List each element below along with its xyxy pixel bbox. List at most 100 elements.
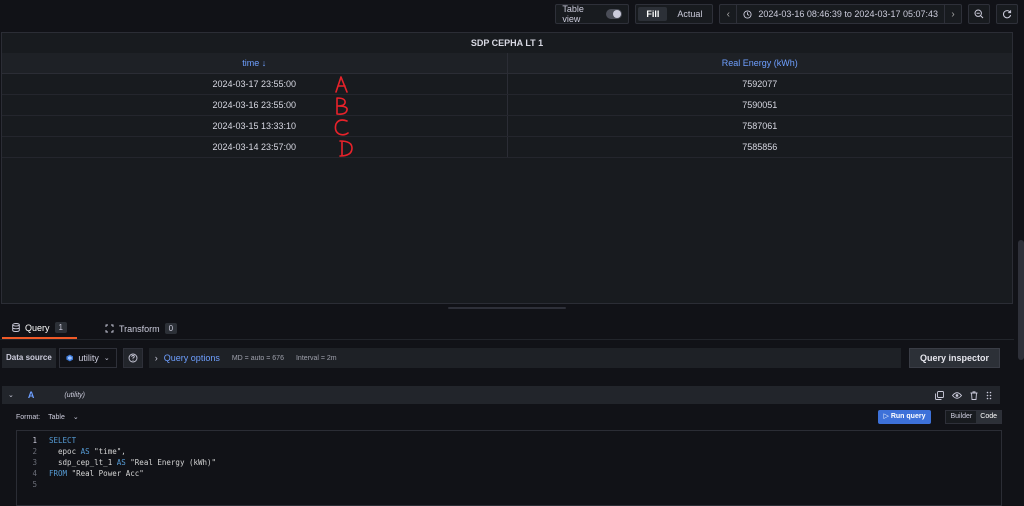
play-icon: ▷ (883, 413, 889, 420)
refresh-button[interactable] (996, 4, 1018, 24)
sql-code-editor[interactable]: 1 SELECT 2 epoc AS "time", 3 sdp_cep_lt_… (16, 430, 1002, 506)
time-forward-icon[interactable]: › (945, 9, 961, 20)
tab-query[interactable]: Query 1 (2, 318, 77, 339)
chevron-down-icon: ⌄ (103, 355, 110, 362)
cell-time: 2024-03-17 23:55:00 (2, 73, 507, 95)
datasource-row: Data source utility ⌄ › Query options MD… (2, 348, 1000, 368)
data-table: time ↓ Real Energy (kWh) 2024-03-17 23:5… (2, 53, 1012, 158)
code-text: FROM "Real Power Acc" (37, 468, 144, 479)
table-row: 2024-03-15 13:33:10 7587061 (2, 115, 1012, 137)
grafana-panel-editor: Table view Fill Actual ‹ 2024-03-16 08:4… (0, 0, 1024, 506)
table-row: 2024-03-17 23:55:00 7592077 (2, 73, 1012, 95)
tab-query-count: 1 (54, 322, 67, 333)
cell-value: 7590051 (506, 94, 1012, 116)
database-icon (12, 323, 20, 332)
chevron-down-icon: ⌄ (72, 414, 79, 421)
table-name: "Real Power Acc" (67, 469, 144, 478)
code-line: 1 SELECT (17, 435, 1001, 446)
help-icon (128, 353, 138, 363)
identifier: sdp_cep_lt_1 (49, 458, 117, 467)
annotation-c (334, 119, 349, 136)
tab-transform-count: 0 (164, 323, 178, 334)
format-select[interactable]: Table ⌄ (48, 413, 79, 421)
zoom-out-icon (974, 9, 984, 19)
fill-actual-segment: Fill Actual (635, 4, 714, 24)
code-text: epoc AS "time", (37, 446, 126, 457)
annotation-a (335, 76, 348, 93)
toggle-switch[interactable] (606, 9, 623, 19)
actual-button[interactable]: Actual (669, 7, 710, 21)
interval-value: Interval = 2m (295, 354, 337, 362)
keyword: AS (116, 458, 126, 467)
time-range-picker: ‹ 2024-03-16 08:46:39 to 2024-03-17 05:0… (719, 4, 962, 24)
query-options-label: Query options (163, 353, 220, 363)
format-label: Format: (16, 413, 41, 421)
keyword: FROM (49, 469, 68, 478)
time-range-button[interactable]: 2024-03-16 08:46:39 to 2024-03-17 05:07:… (736, 5, 945, 23)
eye-icon[interactable] (952, 391, 962, 400)
cell-value: 7587061 (506, 115, 1012, 137)
column-header-time[interactable]: time ↓ (2, 53, 507, 74)
annotation-d (339, 140, 353, 157)
time-back-icon[interactable]: ‹ (720, 9, 736, 20)
tab-transform-label: Transform (118, 323, 160, 334)
panel-title: SDP CEPHA LT 1 (470, 38, 544, 48)
tab-query-label: Query (25, 322, 50, 333)
identifier: epoc (49, 447, 81, 456)
time-range-text: 2024-03-16 08:46:39 to 2024-03-17 05:07:… (758, 9, 938, 19)
code-text: sdp_cep_lt_1 AS "Real Energy (kWh)" (37, 457, 216, 468)
query-row-actions (935, 390, 1000, 400)
alias: "time", (89, 447, 126, 456)
drag-handle-icon[interactable] (986, 391, 992, 400)
code-text: SELECT (37, 435, 76, 446)
editor-mode-segment: Builder Code (945, 410, 1002, 424)
line-number: 5 (32, 480, 37, 489)
query-ref-id[interactable]: A (28, 390, 35, 400)
format-row: Format: Table ⌄ ▷ Run query Builder Code (16, 409, 1002, 425)
datasource-selected: utility (78, 353, 99, 363)
vertical-scrollbar[interactable] (1018, 240, 1024, 360)
query-options[interactable]: › Query options MD = auto = 676 Interval… (148, 348, 901, 368)
tab-transform[interactable]: Transform 0 (95, 318, 187, 339)
column-header-real-energy[interactable]: Real Energy (kWh) (506, 53, 1012, 74)
table-view-toggle[interactable]: Table view (555, 4, 630, 24)
code-line: 3 sdp_cep_lt_1 AS "Real Energy (kWh)" (17, 457, 1001, 468)
zoom-out-button[interactable] (968, 4, 990, 24)
alias: "Real Energy (kWh)" (125, 458, 217, 467)
table-panel: SDP CEPHA LT 1 time ↓ Real Energy (kWh) … (1, 32, 1013, 304)
table-row: 2024-03-14 23:57:00 7585856 (2, 136, 1012, 158)
builder-mode-button[interactable]: Builder (946, 411, 976, 423)
transform-icon (105, 324, 114, 333)
handwritten-annotations (334, 76, 353, 157)
code-line: 2 epoc AS "time", (17, 446, 1001, 457)
keyword: AS (80, 447, 90, 456)
panel-toolbar: Table view Fill Actual ‹ 2024-03-16 08:4… (555, 3, 1018, 25)
max-data-points: MD = auto = 676 (231, 354, 284, 362)
run-query-label: Run query (890, 413, 926, 420)
code-mode-button[interactable]: Code (976, 411, 1001, 423)
cell-time: 2024-03-15 13:33:10 (2, 115, 507, 137)
keyword: SELECT (49, 436, 77, 445)
refresh-icon (1003, 10, 1012, 19)
query-inspector-button[interactable]: Query inspector (908, 348, 1000, 368)
line-number: 1 (32, 436, 37, 445)
collapse-chevron-icon[interactable]: ⌄ (8, 391, 14, 399)
clock-icon (743, 9, 752, 19)
annotation-b (336, 97, 348, 115)
run-query-button[interactable]: ▷ Run query (877, 410, 932, 424)
datasource-picker[interactable]: utility ⌄ (58, 348, 117, 368)
line-number: 4 (32, 469, 37, 478)
duplicate-icon[interactable] (935, 390, 944, 400)
datasource-help-button[interactable] (122, 348, 143, 368)
line-number: 3 (32, 458, 37, 467)
cell-time: 2024-03-14 23:57:00 (2, 136, 507, 158)
trash-icon[interactable] (970, 390, 978, 400)
query-datasource-name: (utility) (64, 391, 85, 399)
datasource-label: Data source (2, 348, 56, 368)
fill-button[interactable]: Fill (638, 7, 668, 21)
table-view-label: Table view (562, 4, 584, 24)
line-number: 2 (32, 447, 37, 456)
pane-resize-handle[interactable] (448, 307, 566, 309)
cell-value: 7592077 (506, 73, 1012, 95)
